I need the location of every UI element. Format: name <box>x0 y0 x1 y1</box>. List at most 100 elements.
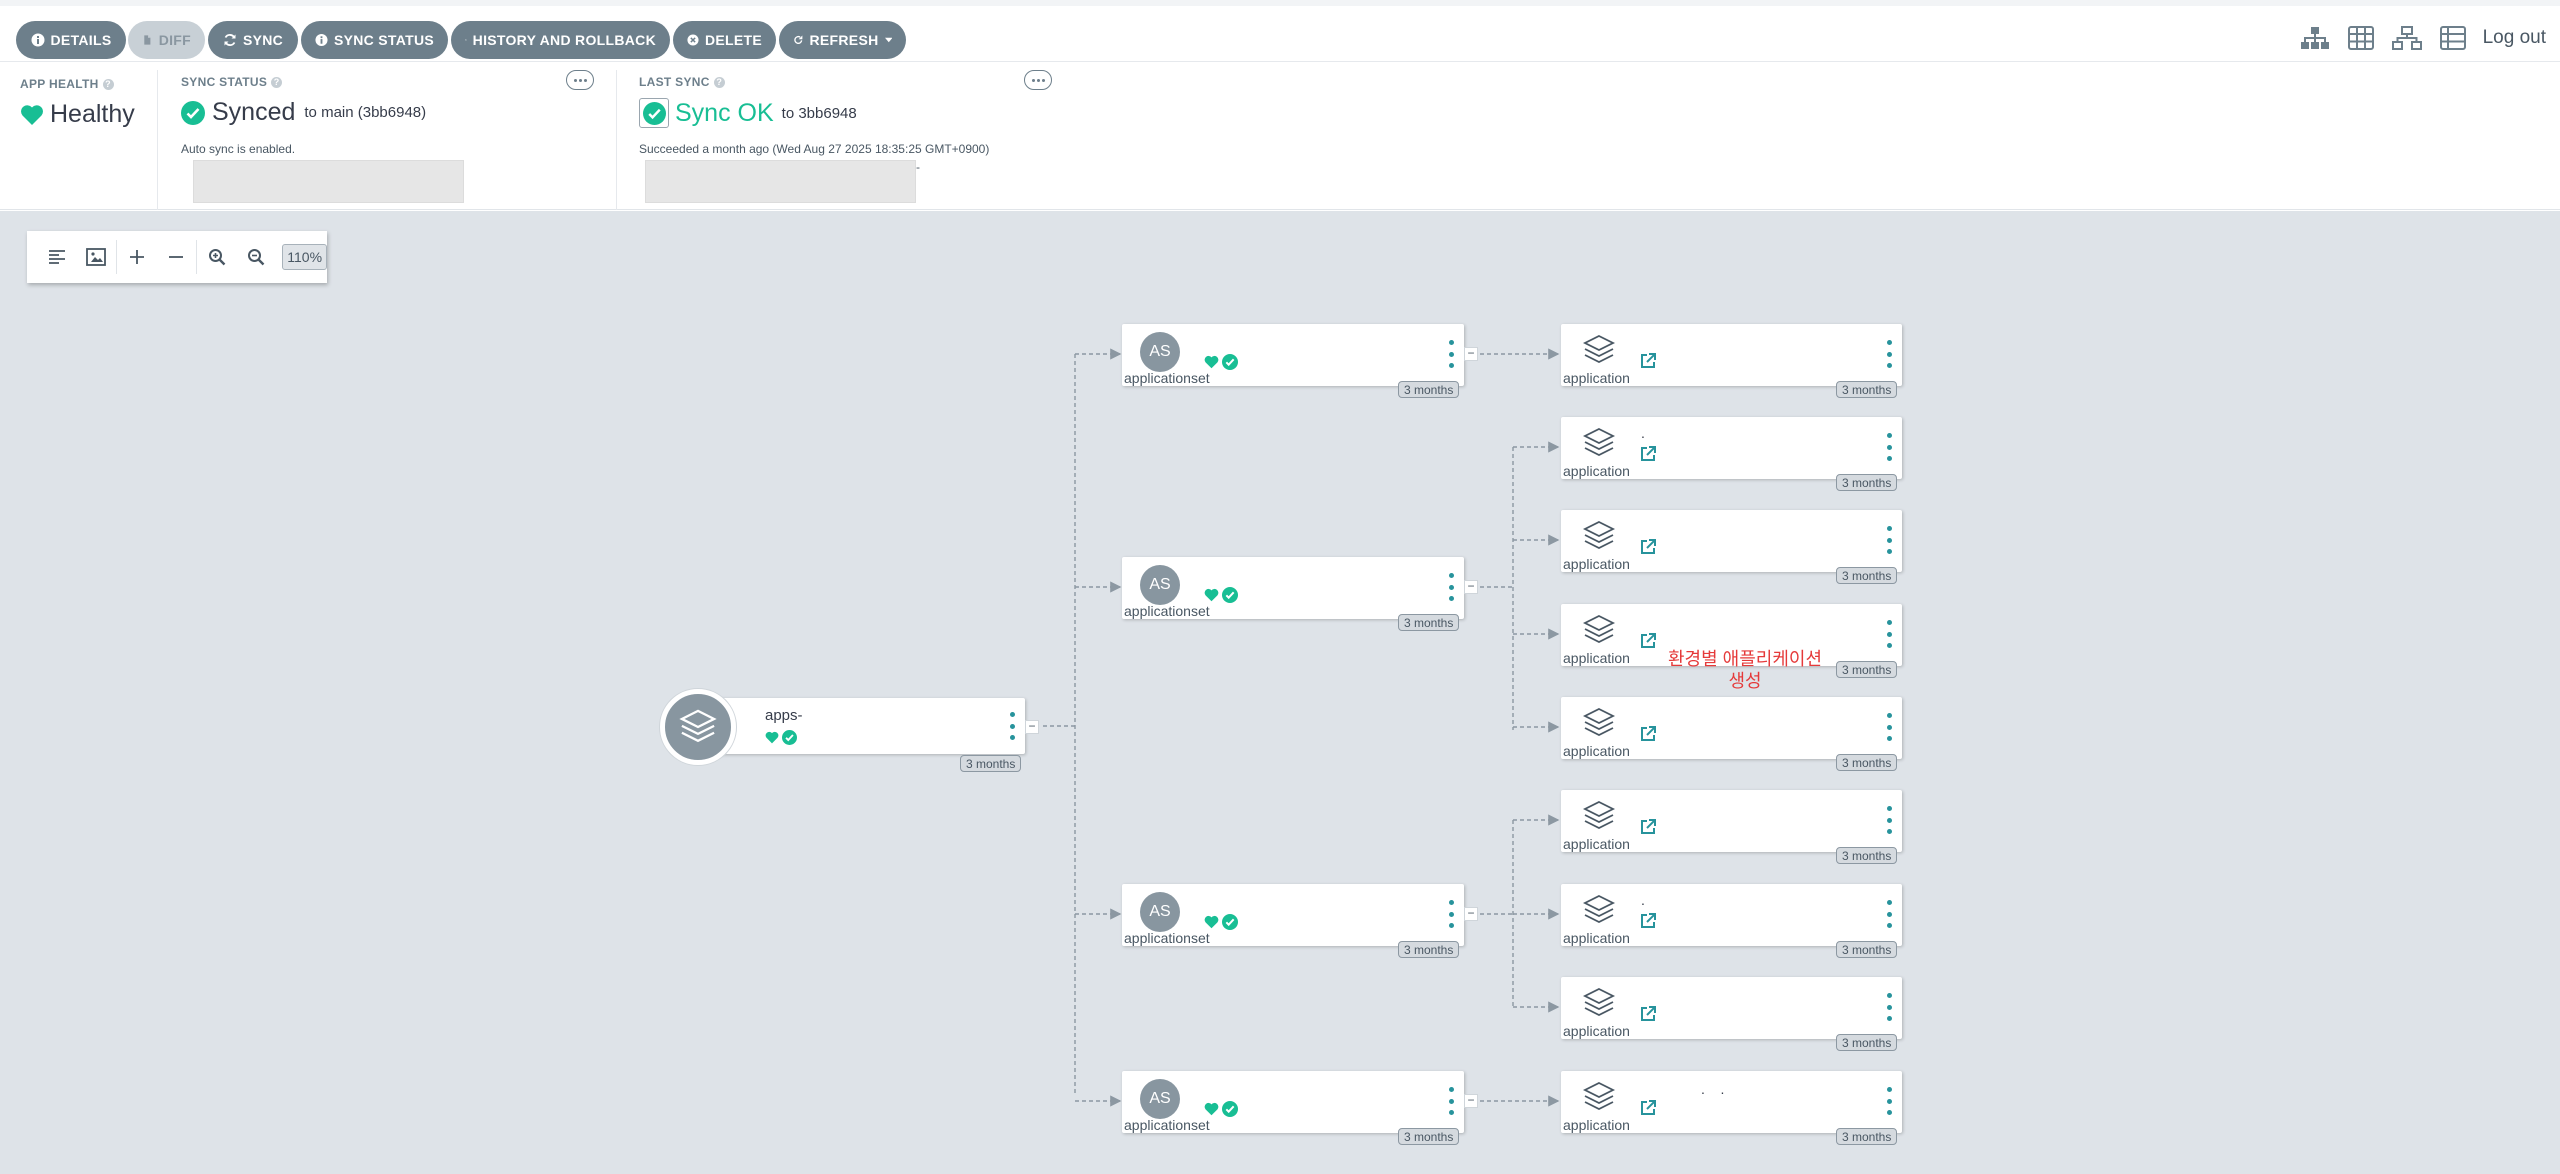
delete-button[interactable]: DELETE <box>673 21 776 59</box>
node-menu-icon[interactable] <box>1884 433 1894 461</box>
divider <box>157 70 158 210</box>
node-menu-icon[interactable] <box>1884 340 1894 368</box>
resource-tree-canvas: 110% apps- 3 months − AS applicationset … <box>0 211 2560 1174</box>
external-link-icon[interactable] <box>1639 725 1657 743</box>
node-menu-icon[interactable] <box>1446 573 1456 601</box>
sync-status-target: to main (3bb6948) <box>304 104 427 121</box>
collapse-toggle[interactable]: − <box>1464 347 1478 361</box>
collapse-toggle[interactable]: − <box>1464 907 1478 921</box>
node-menu-icon[interactable] <box>1446 1087 1456 1115</box>
kind-label: applicationset <box>1124 930 1210 946</box>
sync-label: SYNC <box>242 32 284 48</box>
age-badge: 3 months <box>1398 381 1460 398</box>
pods-view-icon[interactable] <box>2345 24 2377 52</box>
node-menu-icon[interactable] <box>1446 900 1456 928</box>
sync-button[interactable]: SYNC <box>208 21 298 59</box>
application-name: . <box>1641 892 1645 908</box>
external-link-icon[interactable] <box>1639 632 1657 650</box>
check-circle-icon <box>642 101 666 125</box>
sync-status-button[interactable]: SYNC STATUS <box>301 21 448 59</box>
sync-status-more-button[interactable] <box>566 70 594 90</box>
application-name: . . <box>1701 1081 1725 1097</box>
application-node[interactable]: application <box>1561 510 1902 572</box>
node-menu-icon[interactable] <box>1884 1087 1894 1115</box>
refresh-button[interactable]: REFRESH <box>779 21 906 59</box>
applicationset-node[interactable]: AS applicationset <box>1122 1071 1464 1133</box>
tree-view-icon[interactable] <box>2299 24 2331 52</box>
external-link-icon[interactable] <box>1639 818 1657 836</box>
external-link-icon[interactable] <box>1639 445 1657 463</box>
details-button[interactable]: DETAILS <box>16 21 126 59</box>
external-link-icon[interactable] <box>1639 1005 1657 1023</box>
collapse-toggle[interactable]: − <box>1464 580 1478 594</box>
root-application-name: apps- <box>765 707 803 724</box>
application-node[interactable]: application <box>1561 697 1902 759</box>
application-node[interactable]: . application <box>1561 417 1902 479</box>
node-menu-icon[interactable] <box>1884 526 1894 554</box>
node-menu-icon[interactable] <box>1884 900 1894 928</box>
view-switcher: Log out <box>2299 24 2546 52</box>
age-badge: 3 months <box>1398 941 1460 958</box>
check-circle-icon <box>181 100 205 125</box>
layers-icon <box>1582 427 1616 457</box>
last-sync-more-button[interactable] <box>1024 70 1052 90</box>
node-menu-icon[interactable] <box>1884 620 1894 648</box>
last-sync-heading: LAST SYNC ? <box>639 75 725 89</box>
last-sync-value-row: Sync OK to 3bb6948 <box>639 98 857 128</box>
heart-icon <box>1204 915 1219 929</box>
node-menu-icon[interactable] <box>1884 993 1894 1021</box>
applicationset-node[interactable]: AS applicationset <box>1122 324 1464 386</box>
application-node[interactable]: . . application <box>1561 1071 1902 1133</box>
node-menu-icon[interactable] <box>1884 806 1894 834</box>
kind-label: application <box>1563 836 1630 852</box>
health-sync-badges <box>1204 1101 1238 1117</box>
annotation-text: 환경별 애플리케이션 생성 <box>1667 649 1823 691</box>
help-icon[interactable]: ? <box>271 76 283 88</box>
applicationset-avatar: AS <box>1140 332 1180 372</box>
layers-icon <box>1582 334 1616 364</box>
history-icon <box>465 39 467 41</box>
application-node[interactable]: application <box>1561 977 1902 1039</box>
age-badge: 3 months <box>1836 1128 1898 1145</box>
check-circle-icon <box>1222 914 1238 930</box>
application-name: . <box>1641 425 1645 441</box>
node-menu-icon[interactable] <box>1884 713 1894 741</box>
application-node[interactable]: application <box>1561 324 1902 386</box>
node-menu-icon[interactable] <box>1446 340 1456 368</box>
heart-icon <box>1204 355 1219 369</box>
diff-button[interactable]: DIFF <box>128 21 205 59</box>
info-icon <box>31 33 45 47</box>
layers-icon <box>1582 894 1616 924</box>
health-sync-badges <box>1204 914 1238 930</box>
collapse-toggle[interactable]: − <box>1025 720 1039 734</box>
applicationset-avatar: AS <box>1140 565 1180 605</box>
heart-icon <box>765 731 779 744</box>
applicationset-node[interactable]: AS applicationset <box>1122 557 1464 619</box>
network-view-icon[interactable] <box>2391 24 2423 52</box>
application-node[interactable]: application <box>1561 790 1902 852</box>
kind-label: application <box>1563 1117 1630 1133</box>
redacted-block <box>193 160 464 203</box>
kind-label: application <box>1563 930 1630 946</box>
history-rollback-button[interactable]: HISTORY AND ROLLBACK <box>451 21 670 59</box>
kind-label: application <box>1563 370 1630 386</box>
age-badge: 3 months <box>1836 381 1898 398</box>
help-icon[interactable]: ? <box>102 78 114 90</box>
list-view-icon[interactable] <box>2437 24 2469 52</box>
external-link-icon[interactable] <box>1639 352 1657 370</box>
sync-icon <box>224 34 236 46</box>
application-node[interactable]: . application <box>1561 884 1902 946</box>
external-link-icon[interactable] <box>1639 1099 1657 1117</box>
help-icon[interactable]: ? <box>713 76 725 88</box>
external-link-icon[interactable] <box>1639 912 1657 930</box>
age-badge: 3 months <box>1836 1034 1898 1051</box>
logout-link[interactable]: Log out <box>2483 27 2546 49</box>
external-link-icon[interactable] <box>1639 538 1657 556</box>
applicationset-node[interactable]: AS applicationset <box>1122 884 1464 946</box>
node-menu-icon[interactable] <box>1007 712 1017 740</box>
refresh-icon <box>794 35 803 44</box>
refresh-label: REFRESH <box>809 32 879 48</box>
check-circle-icon <box>782 730 797 745</box>
root-application-node[interactable]: apps- <box>698 698 1025 754</box>
collapse-toggle[interactable]: − <box>1464 1094 1478 1108</box>
